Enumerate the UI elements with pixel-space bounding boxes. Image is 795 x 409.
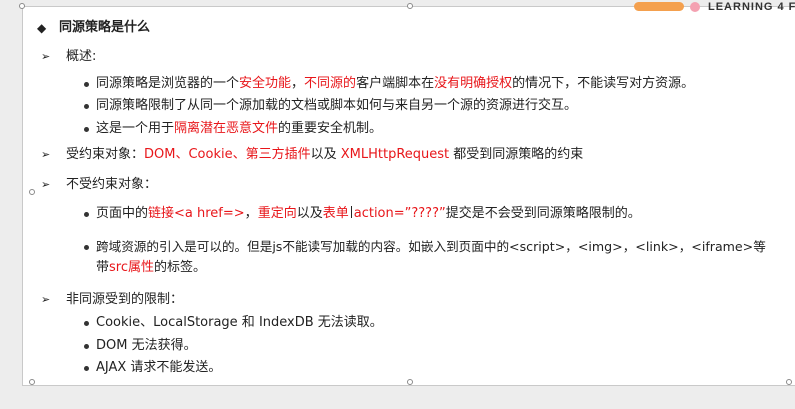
bullet-icon	[84, 212, 89, 217]
unconstrained-label: 不受约束对象：	[66, 177, 158, 192]
diamond-icon: ◆	[37, 21, 47, 35]
bullet-icon	[84, 127, 89, 132]
unconstrained-item-1: 页面中的链接<a href=>，重定向以及表单 action=”????”提交是不…	[96, 205, 641, 223]
page-title: 同源策略是什么	[59, 20, 151, 35]
text: ，	[244, 206, 258, 221]
arrow-bullet-icon: ➢	[41, 178, 51, 191]
text: 页面中的	[96, 206, 149, 221]
text: 以及	[310, 147, 341, 162]
brand-pill	[634, 2, 684, 11]
selection-handle[interactable]	[407, 379, 413, 385]
bullet-icon	[84, 344, 89, 349]
text: 同源策略是浏览器的一个	[96, 76, 240, 91]
text: 这是一个用于	[96, 121, 175, 136]
text-cursor	[350, 206, 352, 218]
selection-handle[interactable]	[786, 379, 792, 385]
bullet-icon	[84, 321, 89, 326]
highlight: 隔离潜在恶意文件	[174, 121, 279, 136]
bullet-icon	[84, 82, 89, 87]
text: 的重要安全机制。	[278, 121, 383, 136]
text: 都受到同源策略的约束	[449, 147, 584, 162]
text: 的情况下，不能读写对方资源。	[512, 76, 695, 91]
brand-dot	[690, 1, 700, 12]
highlight: 没有明确授权	[434, 76, 513, 91]
text: 客户端脚本在	[356, 76, 435, 91]
selection-handle[interactable]	[29, 379, 35, 385]
selection-handle[interactable]	[19, 3, 25, 9]
arrow-bullet-icon: ➢	[41, 293, 51, 306]
overview-item-3: 这是一个用于隔离潜在恶意文件的重要安全机制。	[96, 120, 382, 138]
highlight: 表单	[322, 206, 349, 221]
limits-item-1: Cookie、LocalStorage 和 IndexDB 无法读取。	[96, 315, 383, 330]
highlight: 重定向	[257, 206, 297, 221]
text: 以及	[296, 206, 323, 221]
text: 带	[96, 260, 110, 275]
arrow-bullet-icon: ➢	[41, 148, 51, 161]
constrained-line: 受约束对象：DOM、Cookie、第三方插件以及 XMLHttpRequest …	[66, 146, 583, 164]
highlight: XMLHttpRequest	[340, 147, 450, 162]
overview-item-2: 同源策略限制了从同一个源加载的文档或脚本如何与来自另一个源的资源进行交互。	[96, 98, 578, 113]
bullet-icon	[84, 366, 89, 371]
brand-logo: LEARNING 4 FU	[634, 0, 795, 13]
arrow-bullet-icon: ➢	[41, 50, 51, 63]
highlight: 不同源的	[304, 76, 357, 91]
selection-handle[interactable]	[29, 189, 35, 195]
text: 的标签。	[154, 260, 207, 275]
brand-text: LEARNING 4 FU	[708, 0, 795, 13]
selection-handle[interactable]	[407, 3, 413, 9]
text: ，	[291, 76, 305, 91]
unconstrained-item-2-line-2: 带src属性的标签。	[96, 259, 206, 277]
limits-item-2: DOM 无法获得。	[96, 338, 197, 353]
highlight: DOM、Cookie、第三方插件	[144, 147, 311, 162]
unconstrained-item-2-line-1: 跨域资源的引入是可以的。但是js不能读写加载的内容。如嵌入到页面中的<scrip…	[96, 239, 766, 254]
highlight: 安全功能	[239, 76, 292, 91]
highlight: src属性	[109, 260, 154, 275]
limits-item-3: AJAX 请求不能发送。	[96, 360, 222, 375]
text: 受约束对象：	[66, 147, 145, 162]
highlight: action=”????”	[353, 206, 446, 221]
overview-label: 概述:	[66, 49, 97, 64]
bullet-icon	[84, 104, 89, 109]
text: 提交是不会受到同源策略限制的。	[445, 206, 641, 221]
overview-item-1: 同源策略是浏览器的一个安全功能，不同源的客户端脚本在没有明确授权的情况下，不能读…	[96, 75, 694, 93]
bullet-icon	[84, 245, 89, 250]
highlight: 链接<a href=>	[148, 206, 245, 221]
limits-label: 非同源受到的限制：	[66, 292, 184, 307]
